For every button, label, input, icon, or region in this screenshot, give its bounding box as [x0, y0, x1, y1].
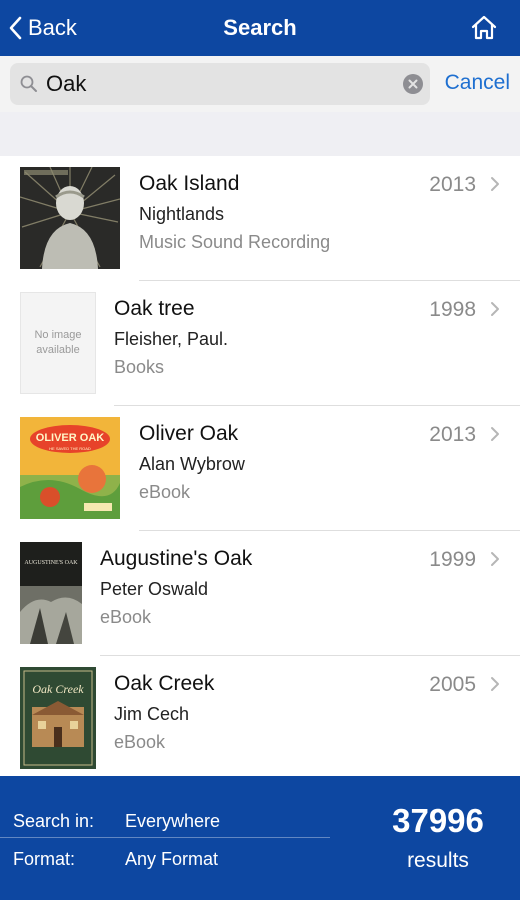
result-author: Alan Wybrow [139, 454, 245, 474]
results-list: Oak Island Nightlands Music Sound Record… [0, 156, 520, 776]
result-format: eBook [114, 732, 166, 752]
search-field[interactable] [10, 63, 430, 105]
result-title: Augustine's Oak [100, 547, 253, 570]
cover-image: OLIVER OAK HE SAVED THE ROAD [20, 417, 120, 519]
chevron-right-icon [491, 677, 499, 691]
search-in-selector[interactable]: Everywhere [125, 811, 220, 832]
result-row[interactable]: AUGUSTINE'S OAK Augustine's Oak Peter Os… [0, 531, 520, 656]
result-format: eBook [100, 607, 152, 627]
chevron-right-icon [491, 302, 499, 316]
section-spacer [0, 112, 520, 156]
result-year: 2013 [429, 173, 476, 196]
search-input[interactable] [46, 68, 386, 100]
svg-text:OLIVER OAK: OLIVER OAK [36, 432, 105, 444]
result-format: Books [114, 357, 165, 377]
clear-search-icon[interactable] [403, 74, 423, 94]
chevron-left-icon [9, 16, 22, 40]
back-button[interactable]: Back [8, 12, 77, 44]
search-bar [0, 56, 520, 112]
result-title: Oak Creek [114, 672, 215, 695]
result-format: Music Sound Recording [139, 232, 331, 252]
result-author: Jim Cech [114, 704, 190, 724]
result-title: Oliver Oak [139, 422, 239, 445]
chevron-right-icon [491, 427, 499, 441]
navigation-bar: Back Search [0, 0, 520, 56]
result-row[interactable]: Oak Island Nightlands Music Sound Record… [0, 156, 520, 281]
result-row[interactable]: OLIVER OAK HE SAVED THE ROAD Oliver Oak … [0, 406, 520, 531]
home-icon[interactable] [470, 14, 498, 42]
search-icon [20, 75, 37, 92]
format-selector[interactable]: Any Format [125, 849, 218, 870]
result-count: 37996 [392, 802, 484, 839]
format-label: Format: [13, 849, 76, 869]
svg-text:HE SAVED THE ROAD: HE SAVED THE ROAD [49, 446, 91, 451]
no-image-placeholder: No image available [20, 292, 96, 394]
page-title: Search [223, 15, 297, 40]
result-year: 1998 [429, 298, 476, 321]
result-author: Peter Oswald [100, 579, 209, 599]
chevron-right-icon [491, 552, 499, 566]
svg-text:Oak Creek: Oak Creek [32, 682, 84, 696]
cover-image: AUGUSTINE'S OAK [20, 542, 82, 644]
search-filter-footer: Search in: Everywhere Format: Any Format… [0, 776, 520, 900]
cover-image [20, 167, 120, 269]
back-label: Back [28, 15, 77, 40]
search-in-label: Search in: [13, 811, 95, 831]
result-format: eBook [139, 482, 191, 502]
chevron-right-icon [491, 177, 499, 191]
result-year: 2005 [429, 673, 476, 696]
result-title: Oak tree [114, 297, 195, 320]
result-title: Oak Island [139, 172, 240, 195]
cover-image: Oak Creek [20, 667, 96, 769]
footer-divider [0, 837, 330, 838]
result-row[interactable]: No image available Oak tree Fleisher, Pa… [0, 281, 520, 406]
result-author: Fleisher, Paul. [114, 329, 229, 349]
cancel-button[interactable]: Cancel [445, 71, 510, 95]
svg-text:AUGUSTINE'S OAK: AUGUSTINE'S OAK [24, 560, 78, 566]
result-row[interactable]: Oak Creek Oak Creek Jim Cech eBook 2005 [0, 656, 520, 776]
result-author: Nightlands [139, 204, 225, 224]
results-label: results [407, 849, 469, 872]
result-year: 1999 [429, 548, 476, 571]
result-year: 2013 [429, 423, 476, 446]
